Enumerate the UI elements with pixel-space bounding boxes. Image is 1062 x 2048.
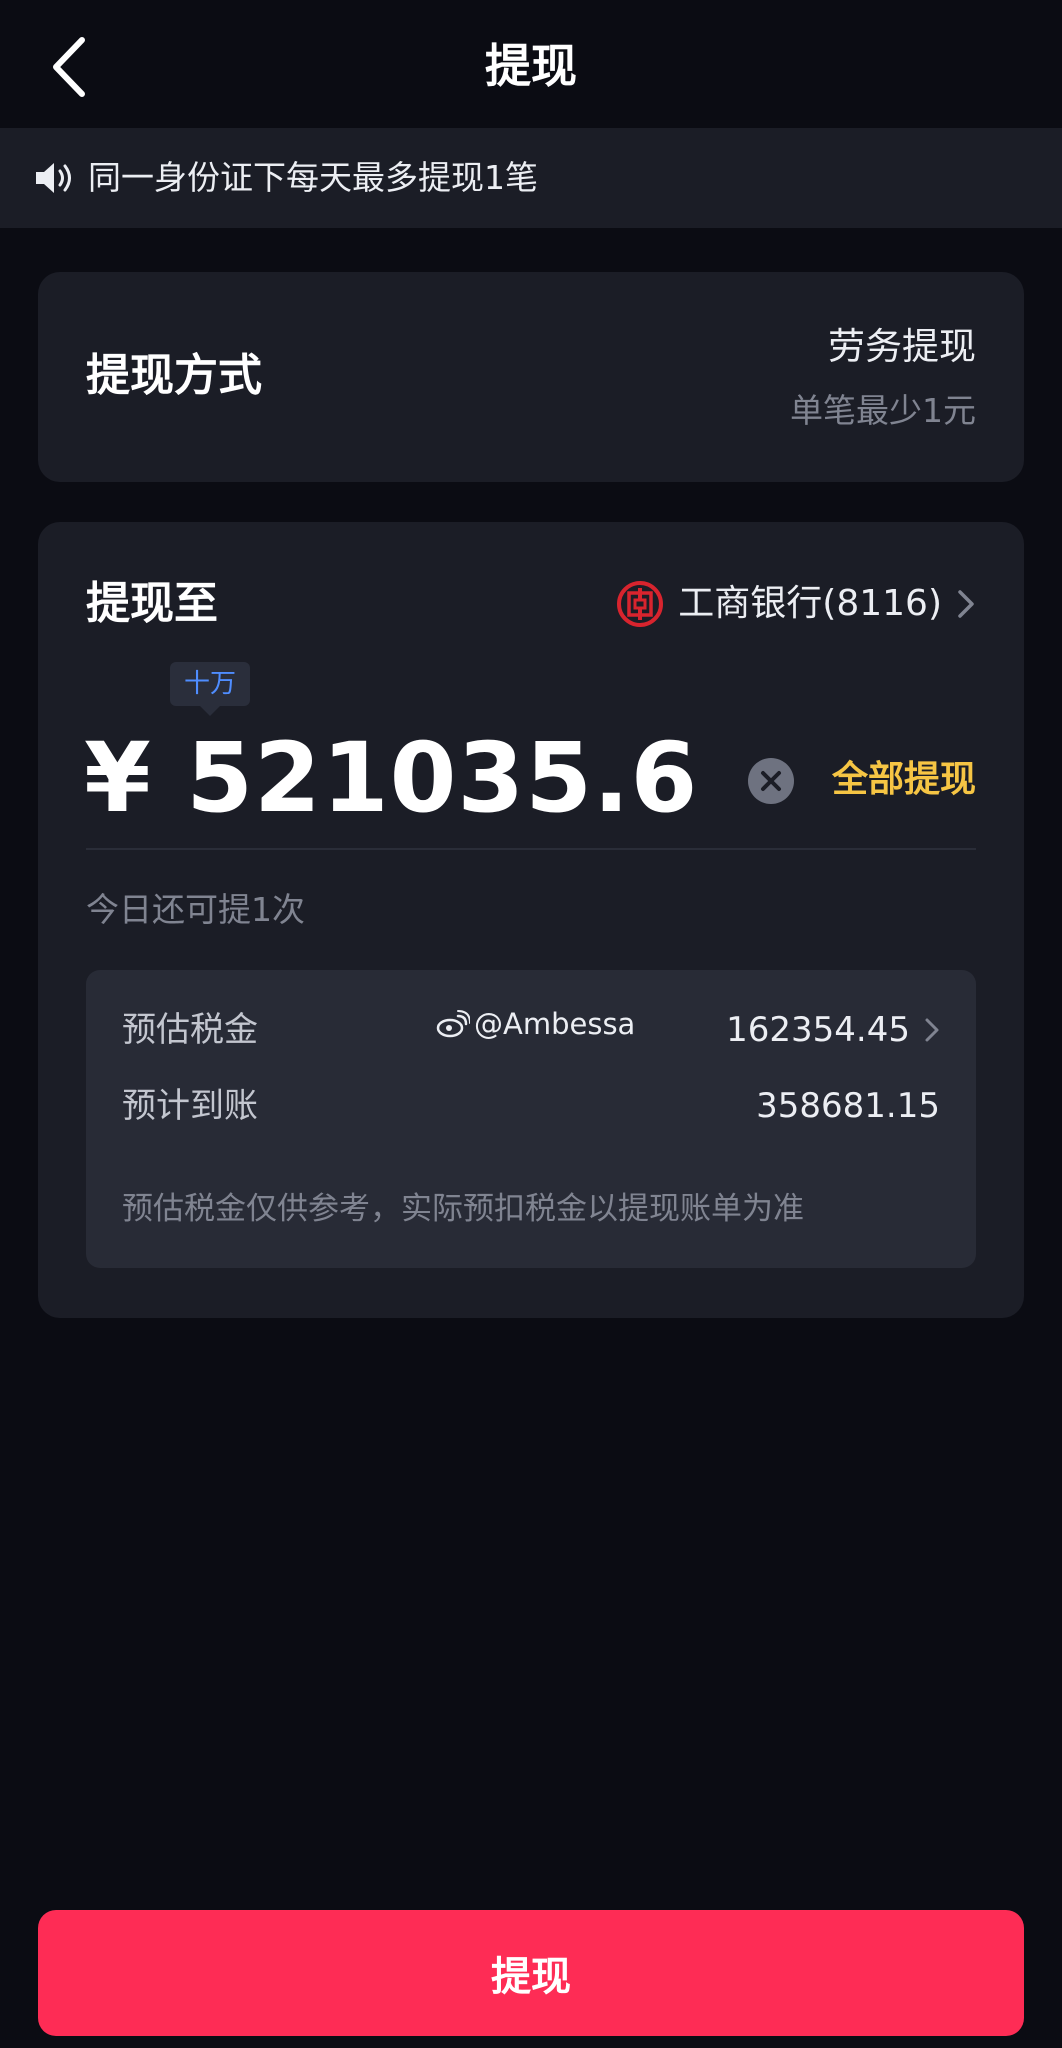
chevron-right-icon (958, 590, 974, 618)
submit-withdraw-label: 提现 (491, 1954, 571, 2000)
weibo-icon (436, 1010, 470, 1038)
close-circle-icon[interactable] (748, 758, 794, 804)
withdraw-amount-input[interactable]: ¥ 521035.6 (84, 718, 698, 838)
bank-account-name: 工商银行(8116) (678, 583, 942, 624)
withdraw-target-label: 提现至 (86, 578, 218, 629)
estimated-tax-value-group: 162354.45 (726, 1002, 940, 1058)
notice-text: 同一身份证下每天最多提现1笔 (88, 158, 538, 197)
icbc-logo-icon (617, 581, 664, 627)
withdraw-target-card: 提现至 工商银行(8116) 十万 ¥ 521035.6 全部提现 今日还可提1… (38, 522, 1024, 1318)
expected-arrival-value: 358681.15 (756, 1086, 940, 1126)
speaker-icon (36, 163, 71, 193)
notice-bar: 同一身份证下每天最多提现1笔 (0, 128, 1062, 228)
withdraw-method-minimum: 单笔最少1元 (790, 391, 976, 430)
divider (86, 848, 976, 850)
submit-withdraw-button[interactable]: 提现 (38, 1910, 1024, 2036)
remaining-withdrawals-text: 今日还可提1次 (86, 890, 305, 929)
expected-arrival-label: 预计到账 (122, 1086, 258, 1126)
watermark: @Ambessa (436, 1002, 635, 1046)
chevron-right-icon (925, 1018, 939, 1042)
bank-account-selector[interactable]: 工商银行(8116) (616, 574, 976, 634)
withdraw-method-value: 劳务提现 (828, 325, 976, 368)
tax-disclaimer-text: 预估税金仅供参考，实际预扣税金以提现账单为准 (122, 1191, 804, 1227)
withdraw-method-label: 提现方式 (86, 350, 262, 401)
watermark-text: @Ambessa (474, 1007, 636, 1041)
withdraw-method-card[interactable]: 提现方式 劳务提现 单笔最少1元 (38, 272, 1024, 482)
estimated-tax-label: 预估税金 (122, 1010, 258, 1050)
withdraw-all-button[interactable]: 全部提现 (832, 752, 976, 808)
page-title: 提现 (485, 39, 577, 93)
amount-unit-tag: 十万 (170, 662, 251, 716)
estimated-tax-value: 162354.45 (726, 1010, 910, 1050)
expected-arrival-row: 预计到账 358681.15 (122, 1078, 940, 1134)
top-bar: 提现 (0, 0, 1062, 128)
